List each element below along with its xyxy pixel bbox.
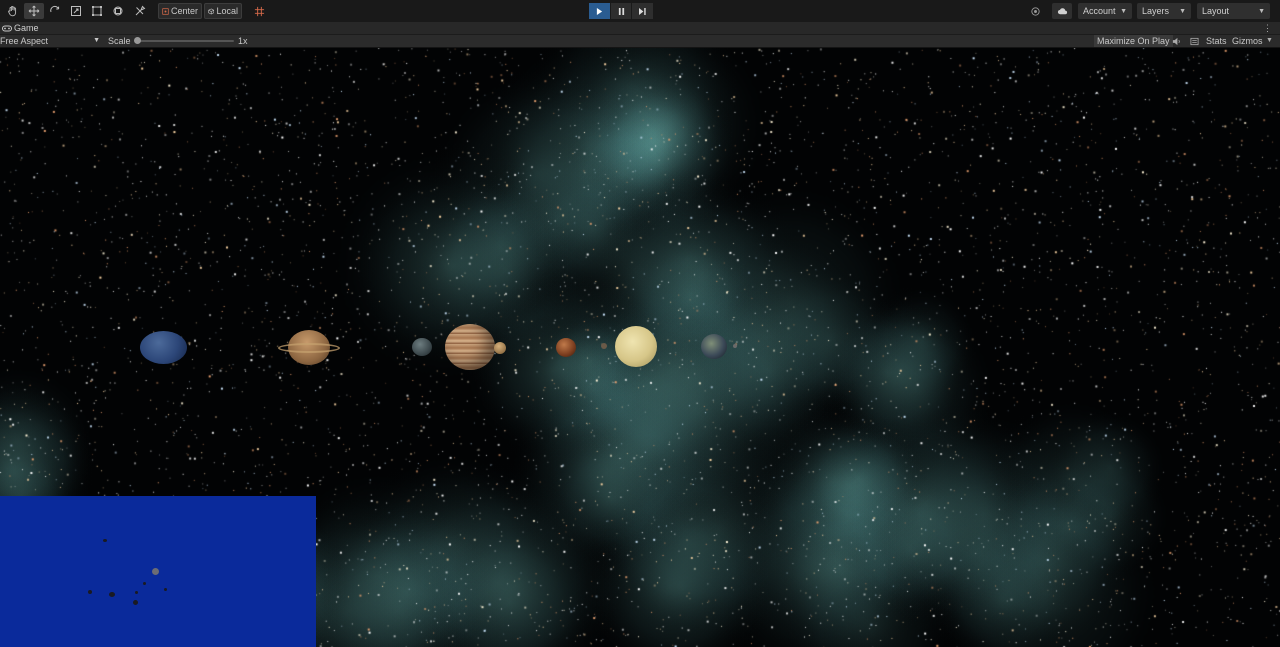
minimap-object [135, 591, 138, 594]
saturn-ring [278, 343, 340, 353]
layers-dropdown[interactable]: Layers ▼ [1137, 3, 1191, 19]
chevron-down-icon: ▼ [93, 37, 100, 44]
layers-label: Layers [1142, 6, 1170, 16]
aspect-label: Free Aspect [0, 36, 49, 46]
pause-icon [618, 7, 624, 15]
rect-tool-icon[interactable] [87, 3, 107, 19]
small-moon [601, 343, 607, 349]
planet-neptune [140, 331, 187, 364]
scale-slider-track[interactable] [136, 40, 234, 42]
minimap-object [164, 588, 167, 591]
scale-tool-icon[interactable] [66, 3, 86, 19]
transform-tool-icon[interactable] [108, 3, 128, 19]
minimap-camera-view [0, 496, 316, 647]
pause-button[interactable] [610, 3, 633, 19]
step-icon [639, 7, 646, 15]
gizmos-button[interactable]: Gizmos [1232, 35, 1263, 47]
game-tab-bar: Game ⋮ [0, 22, 1280, 35]
game-controller-icon [2, 25, 12, 31]
maximize-on-play-button[interactable]: Maximize On Play [1094, 35, 1173, 47]
cloud-icon[interactable] [1052, 3, 1072, 19]
chevron-down-icon: ▼ [1179, 7, 1186, 15]
tab-menu-icon[interactable]: ⋮ [1263, 22, 1272, 34]
move-tool-icon[interactable] [24, 3, 44, 19]
minimap-planet [152, 568, 159, 575]
account-label: Account [1083, 6, 1116, 16]
pivot-rotation-label: Local [216, 6, 238, 16]
minimap-object [109, 592, 115, 597]
main-toolbar: Center Local Account ▼ Layers ▼ Layout ▼ [0, 0, 1280, 22]
planet-earth [701, 334, 727, 359]
layout-dropdown[interactable]: Layout ▼ [1197, 3, 1270, 19]
scale-slider-thumb[interactable] [134, 37, 141, 44]
collab-icon[interactable] [1025, 3, 1045, 19]
scale-label: Scale [108, 36, 131, 46]
rotate-tool-icon[interactable] [45, 3, 65, 19]
planet-mars [556, 338, 576, 357]
planet-venus [615, 326, 657, 367]
aspect-dropdown[interactable]: Free Aspect ▼ [0, 35, 102, 47]
pivot-mode-button[interactable]: Center [158, 3, 202, 19]
planet-uranus [412, 338, 432, 356]
play-icon [596, 7, 602, 15]
mute-audio-icon[interactable] [1172, 35, 1181, 47]
layout-label: Layout [1202, 6, 1230, 16]
stats-icon [1190, 35, 1199, 47]
tab-game-label: Game [14, 23, 39, 33]
maximize-label: Maximize On Play [1097, 36, 1170, 46]
play-button[interactable] [589, 3, 611, 19]
custom-tool-icon[interactable] [130, 3, 150, 19]
tab-game[interactable]: Game [0, 22, 39, 34]
hand-tool-icon[interactable] [3, 3, 23, 19]
scale-value: 1x [238, 36, 248, 46]
minimap-object [103, 539, 107, 542]
pivot-mode-label: Center [170, 6, 198, 16]
minimap-object [133, 600, 138, 605]
pivot-rotation-button[interactable]: Local [204, 3, 242, 19]
grid-snap-icon[interactable] [252, 4, 266, 18]
pivot-center-icon [162, 7, 169, 15]
earth-moon [733, 344, 737, 348]
minimap-object [88, 590, 92, 594]
minimap-object [143, 582, 146, 585]
chevron-down-icon[interactable]: ▼ [1266, 35, 1273, 47]
playmode-controls [589, 3, 654, 19]
game-view-toolbar: Free Aspect ▼ Scale 1x Maximize On Play … [0, 35, 1280, 48]
stats-button[interactable]: Stats [1206, 35, 1227, 47]
step-button[interactable] [632, 3, 654, 19]
planet-jupiter [445, 324, 495, 370]
chevron-down-icon: ▼ [1258, 7, 1265, 15]
jupiter-moon [494, 342, 506, 354]
account-dropdown[interactable]: Account ▼ [1078, 3, 1132, 19]
chevron-down-icon: ▼ [1120, 7, 1127, 15]
local-cube-icon [208, 8, 215, 14]
